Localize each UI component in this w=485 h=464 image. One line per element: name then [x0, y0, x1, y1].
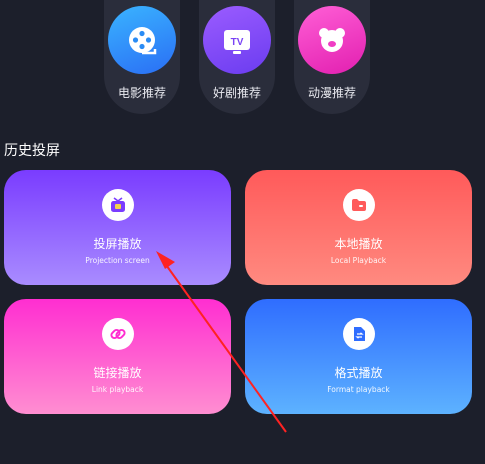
file-swap-icon: [342, 318, 375, 350]
projection-card[interactable]: 投屏播放 Projection screen: [4, 170, 231, 285]
recommend-label: 好剧推荐: [212, 86, 261, 100]
tv-icon: [101, 189, 134, 221]
recommend-movies[interactable]: 电影推荐: [104, 0, 180, 114]
card-title: 链接播放: [93, 366, 142, 380]
section-title: 历史投屏: [4, 143, 60, 159]
card-subtitle: Local Playback: [330, 256, 387, 265]
recommend-label: 动漫推荐: [307, 86, 356, 100]
format-playback-card[interactable]: 格式播放 Format playback: [245, 299, 472, 414]
svg-text:TV: TV: [231, 37, 244, 48]
recommend-anime[interactable]: 动漫推荐: [294, 0, 370, 114]
card-subtitle: Link playback: [91, 385, 144, 394]
card-title: 格式播放: [334, 366, 383, 380]
bear-face-icon: [298, 6, 366, 74]
card-subtitle: Projection screen: [85, 256, 150, 265]
link-playback-card[interactable]: 链接播放 Link playback: [4, 299, 231, 414]
recommend-drama[interactable]: TV 好剧推荐: [199, 0, 275, 114]
local-playback-card[interactable]: 本地播放 Local Playback: [245, 170, 472, 285]
recommend-label: 电影推荐: [117, 86, 166, 100]
card-title: 投屏播放: [93, 237, 142, 251]
card-title: 本地播放: [334, 237, 383, 251]
folder-icon: [342, 189, 375, 221]
link-icon: [101, 318, 134, 350]
tv-icon: TV: [203, 6, 271, 74]
film-reel-icon: [108, 6, 176, 74]
card-subtitle: Format playback: [327, 385, 390, 394]
